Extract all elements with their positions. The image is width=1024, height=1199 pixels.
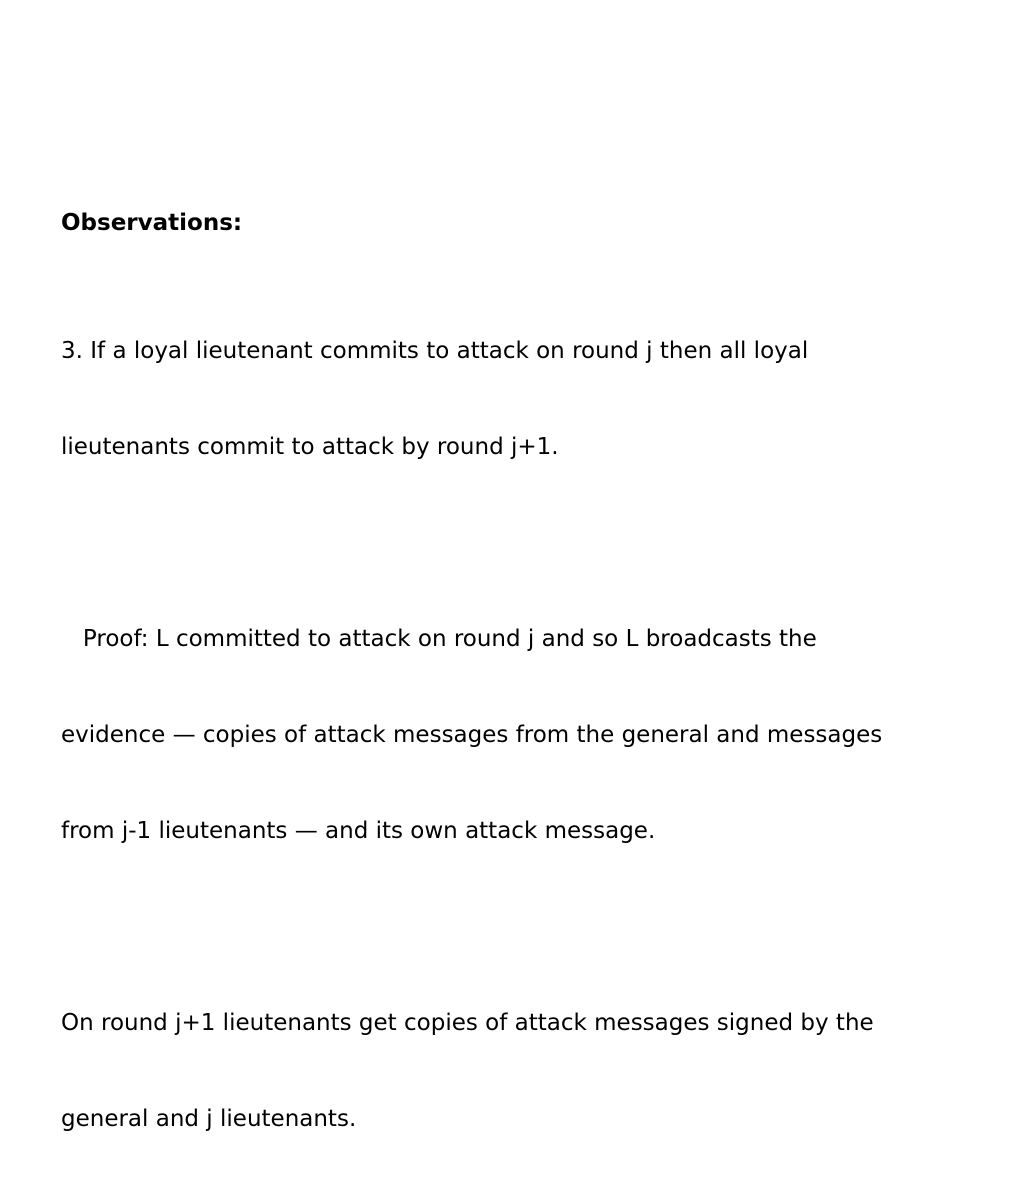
- conclusion-line: On round j+1 lieutenants get copies of a…: [61, 1010, 874, 1036]
- observation-line: 3. If a loyal lieutenant commits to atta…: [61, 338, 809, 364]
- observation-line: lieutenants commit to attack by round j+…: [61, 434, 559, 460]
- proof-paragraph: Proof: L committed to attack on round j …: [61, 559, 961, 911]
- conclusion-line: general and j lieutenants.: [61, 1106, 357, 1132]
- proof-line: from j-1 lieutenants — and its own attac…: [61, 818, 656, 844]
- proof-line: Proof: L committed to attack on round j …: [61, 626, 817, 652]
- conclusion-paragraph: On round j+1 lieutenants get copies of a…: [61, 943, 961, 1199]
- slide-heading: Observations:: [61, 210, 243, 236]
- observation-paragraph: 3. If a loyal lieutenant commits to atta…: [61, 271, 961, 527]
- proof-line: evidence — copies of attack messages fro…: [61, 722, 883, 748]
- slide-body: Observations: 3. If a loyal lieutenant c…: [61, 207, 961, 1199]
